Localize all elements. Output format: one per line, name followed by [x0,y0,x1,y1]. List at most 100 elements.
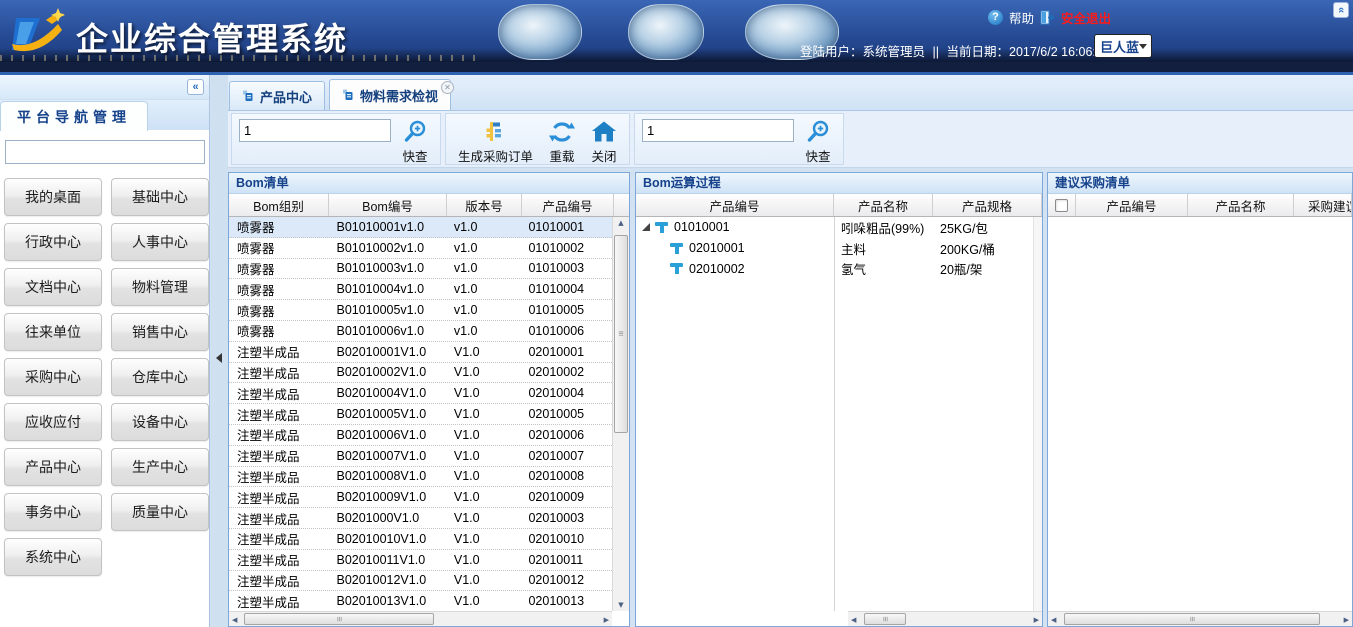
table-row[interactable]: 注塑半成品B0201000V1.0V1.002010003 [229,508,612,529]
header-collapse-button[interactable]: « [1333,2,1349,18]
purchase-hscroll-thumb[interactable]: ≡ [1064,613,1320,625]
cell: V1.0 [446,365,521,379]
table-row[interactable]: 喷雾器B01010006v1.0v1.001010006 [229,321,612,342]
table-row[interactable]: 注塑半成品B02010011V1.0V1.002010011 [229,550,612,571]
close-button[interactable]: 关闭 [586,117,622,166]
sidebar-item-3[interactable]: 行政中心 [4,223,102,261]
bom-col-header-2[interactable]: Bom编号 [329,194,447,216]
process-col-header-3[interactable]: 产品规格 [933,194,1042,216]
scroll-down-icon[interactable]: ▼ [613,601,629,609]
purchase-col-header-2[interactable]: 产品名称 [1188,194,1294,216]
sidebar-item-7[interactable]: 往来单位 [4,313,102,351]
bom-list-hscroll-thumb[interactable]: ≡ [244,613,434,625]
scroll-up-icon[interactable]: ▲ [613,219,629,227]
table-row[interactable]: 喷雾器B01010004v1.0v1.001010004 [229,279,612,300]
table-row[interactable]: 喷雾器B01010005v1.0v1.001010005 [229,300,612,321]
table-row[interactable]: 喷雾器B01010003v1.0v1.001010003 [229,259,612,280]
table-row[interactable]: 喷雾器B01010002v1.0v1.001010002 [229,238,612,259]
sidebar: « 平台导航管理 我的桌面基础中心行政中心人事中心文档中心物料管理往来单位销售中… [0,75,210,627]
purchase-col-header-1[interactable]: 产品编号 [1076,194,1188,216]
scroll-left-icon[interactable]: ◀ [1051,616,1056,624]
tree-row[interactable]: 02010002氢气20瓶/架 [636,259,1042,280]
scroll-left-icon[interactable]: ◀ [851,616,856,624]
sidebar-item-17[interactable]: 系统中心 [4,538,102,576]
cell: V1.0 [446,532,521,546]
bom-process-vscroll-track[interactable] [1033,217,1042,611]
table-row[interactable]: 注塑半成品B02010006V1.0V1.002010006 [229,425,612,446]
cell: B01010001v1.0 [328,220,445,234]
table-row[interactable]: 注塑半成品B02010009V1.0V1.002010009 [229,487,612,508]
quick-search-input-2[interactable] [642,119,794,142]
tab-1[interactable]: 产品中心 [229,81,325,110]
cell: 02010013 [520,594,612,608]
sidebar-item-5[interactable]: 文档中心 [4,268,102,306]
purchase-col-header-3[interactable]: 采购建议 [1294,194,1352,216]
table-row[interactable]: 注塑半成品B02010010V1.0V1.002010010 [229,529,612,550]
cell: 喷雾器 [229,321,328,340]
logout-door-icon[interactable] [1040,10,1055,25]
sidebar-item-2[interactable]: 基础中心 [111,178,209,216]
table-row[interactable]: 注塑半成品B02010012V1.0V1.002010012 [229,571,612,592]
table-row[interactable]: 注塑半成品B02010001V1.0V1.002010001 [229,342,612,363]
tree-row[interactable]: 01010001吲哚粗品(99%)25KG/包 [636,217,1042,238]
quick-search-input-1[interactable] [239,119,391,142]
sidebar-item-16[interactable]: 质量中心 [111,493,209,531]
help-link[interactable]: 帮助 [1009,8,1034,27]
bom-process-hscroll-thumb[interactable]: ≡ [864,613,906,625]
table-row[interactable]: 注塑半成品B02010002V1.0V1.002010002 [229,363,612,384]
sidebar-item-1[interactable]: 我的桌面 [4,178,102,216]
tab-label: 产品中心 [260,87,312,106]
sidebar-item-4[interactable]: 人事中心 [111,223,209,261]
process-col-header-2[interactable]: 产品名称 [834,194,933,216]
tab-2[interactable]: 物料需求检视✕ [329,79,451,110]
table-row[interactable]: 注塑半成品B02010004V1.0V1.002010004 [229,383,612,404]
quick-search-button-2[interactable]: 快查 [800,117,836,166]
quick-search-button-1[interactable]: 快查 [397,117,433,166]
table-row[interactable]: 注塑半成品B02010005V1.0V1.002010005 [229,404,612,425]
bom-col-header-4[interactable]: 产品编号 [522,194,614,216]
tree-expander-icon[interactable] [642,223,650,231]
sidebar-item-9[interactable]: 采购中心 [4,358,102,396]
table-row[interactable]: 注塑半成品B02010008V1.0V1.002010008 [229,467,612,488]
tab-icon [242,90,254,102]
scroll-right-icon[interactable]: ▶ [1344,616,1349,624]
bom-list-hscrollbar[interactable]: ◀ ≡ ▶ [229,611,612,626]
sidebar-item-11[interactable]: 应收应付 [4,403,102,441]
sidebar-item-6[interactable]: 物料管理 [111,268,209,306]
scroll-left-icon[interactable]: ◀ [232,616,237,624]
scroll-right-icon[interactable]: ▶ [1034,616,1039,624]
tree-row[interactable]: 02010001主料200KG/桶 [636,238,1042,259]
sidebar-item-15[interactable]: 事务中心 [4,493,102,531]
cell: 注塑半成品 [229,467,328,486]
logout-link[interactable]: 安全退出 [1061,8,1111,27]
sidebar-item-12[interactable]: 设备中心 [111,403,209,441]
reload-button[interactable]: 重载 [544,117,580,166]
cell: v1.0 [446,220,521,234]
bom-list-vscroll-thumb[interactable]: ≡ [614,235,628,433]
bom-col-header-3[interactable]: 版本号 [447,194,522,216]
sidebar-item-13[interactable]: 产品中心 [4,448,102,486]
table-row[interactable]: 注塑半成品B02010007V1.0V1.002010007 [229,446,612,467]
table-row[interactable]: 注塑半成品B02010013V1.0V1.002010013 [229,591,612,611]
scroll-right-icon[interactable]: ▶ [604,616,609,624]
sidebar-item-10[interactable]: 仓库中心 [111,358,209,396]
table-row[interactable]: 喷雾器B01010001v1.0v1.001010001 [229,217,612,238]
generate-po-button[interactable]: 生成采购订单 [453,117,538,166]
sidebar-collapse-button[interactable]: « [187,79,204,95]
theme-select[interactable]: 巨人蓝 [1094,34,1152,58]
bom-col-header-1[interactable]: Bom组别 [229,194,329,216]
bom-process-hscrollbar[interactable]: ◀ ≡ ▶ [848,611,1042,626]
bom-list-vscrollbar[interactable]: ▲ ≡ ▼ [612,217,629,611]
select-all-checkbox[interactable] [1055,199,1068,212]
sidebar-item-8[interactable]: 销售中心 [111,313,209,351]
sidebar-splitter[interactable] [211,75,228,627]
tab-close-icon[interactable]: ✕ [441,81,454,94]
purchase-hscrollbar[interactable]: ◀ ≡ ▶ [1048,611,1352,626]
sidebar-tab-navigation[interactable]: 平台导航管理 [0,101,148,131]
help-icon[interactable]: ? [988,10,1003,25]
toolbar: 快查 生成采购订单 [228,111,1353,168]
process-col-header-1[interactable]: 产品编号 [636,194,834,216]
cell: 01010004 [520,282,612,296]
sidebar-search-input[interactable] [5,140,205,164]
sidebar-item-14[interactable]: 生产中心 [111,448,209,486]
